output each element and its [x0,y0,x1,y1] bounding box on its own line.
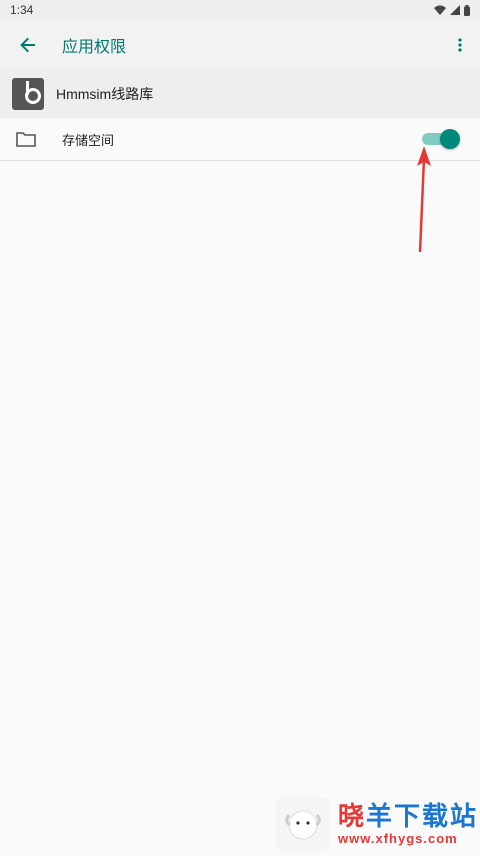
page-title: 应用权限 [62,39,127,56]
arrow-back-icon [20,37,35,53]
permission-row-storage[interactable]: 存储空间 [0,118,480,161]
battery-icon [464,4,470,16]
app-logo [12,78,44,110]
permission-label: 存储空间 [62,132,115,148]
sheep-icon [285,810,321,839]
status-bar: 1:34 [0,0,480,20]
wifi-icon [434,5,446,15]
watermark-title: 晓羊下载站 [338,801,479,831]
watermark: 晓羊下载站 www.xfhygs.com [276,794,480,853]
watermark-url: www.xfhygs.com [338,831,458,846]
folder-icon [16,132,36,147]
more-vert-icon [458,38,462,52]
app-bar: 应用权限 [0,20,480,70]
status-time: 1:34 [10,3,34,17]
watermark-logo [276,796,330,851]
back-button[interactable] [0,20,56,70]
annotation-arrow [417,146,431,253]
app-name: Hmmsim线路库 [56,86,154,102]
signal-icon [450,5,460,15]
app-header: Hmmsim线路库 [0,70,480,118]
status-icons [434,4,470,16]
more-options-button[interactable] [440,20,480,70]
